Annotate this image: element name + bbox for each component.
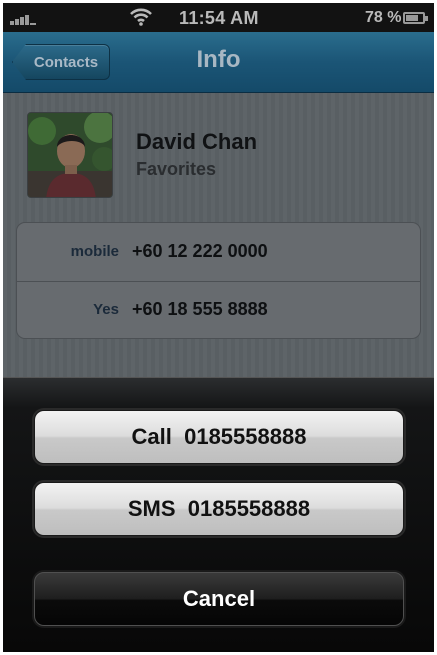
phone-numbers-card: mobile +60 12 222 0000 Yes +60 18 555 88… bbox=[16, 222, 421, 339]
phone-number: +60 12 222 0000 bbox=[132, 241, 268, 261]
phone-screen: 11:54 AM 78 % Contacts Info David Chan F… bbox=[3, 3, 434, 652]
phone-row-yes[interactable]: Yes +60 18 555 8888 bbox=[17, 281, 420, 339]
wifi-icon bbox=[130, 8, 152, 26]
contact-name: David Chan bbox=[136, 129, 258, 154]
call-button[interactable]: Call 0185558888 bbox=[34, 410, 404, 464]
status-time: 11:54 AM bbox=[179, 8, 259, 28]
battery-percent: 78 % bbox=[365, 9, 402, 26]
cancel-button[interactable]: Cancel bbox=[34, 572, 404, 626]
call-button-label: Call 0185558888 bbox=[131, 424, 307, 449]
page-title: Info bbox=[196, 46, 241, 73]
sms-button[interactable]: SMS 0185558888 bbox=[34, 482, 404, 536]
signal-bars-icon bbox=[10, 11, 40, 25]
status-bar: 11:54 AM 78 % bbox=[3, 3, 434, 32]
contact-group: Favorites bbox=[136, 159, 217, 179]
avatar-photo bbox=[28, 113, 112, 197]
battery-icon bbox=[403, 12, 428, 24]
phone-number: +60 18 555 8888 bbox=[132, 299, 268, 319]
contact-info-content: David Chan Favorites mobile +60 12 222 0… bbox=[3, 93, 434, 377]
phone-label: mobile bbox=[70, 243, 119, 260]
contact-avatar[interactable] bbox=[27, 112, 113, 198]
cancel-button-label: Cancel bbox=[182, 586, 256, 611]
navigation-bar: Contacts Info bbox=[3, 32, 434, 93]
battery-fill bbox=[406, 15, 418, 21]
phone-label: Yes bbox=[93, 301, 119, 318]
action-sheet: Call 0185558888 SMS 0185558888 Cancel bbox=[3, 377, 434, 652]
sms-button-label: SMS 0185558888 bbox=[127, 496, 311, 521]
phone-row-mobile[interactable]: mobile +60 12 222 0000 bbox=[17, 223, 420, 282]
